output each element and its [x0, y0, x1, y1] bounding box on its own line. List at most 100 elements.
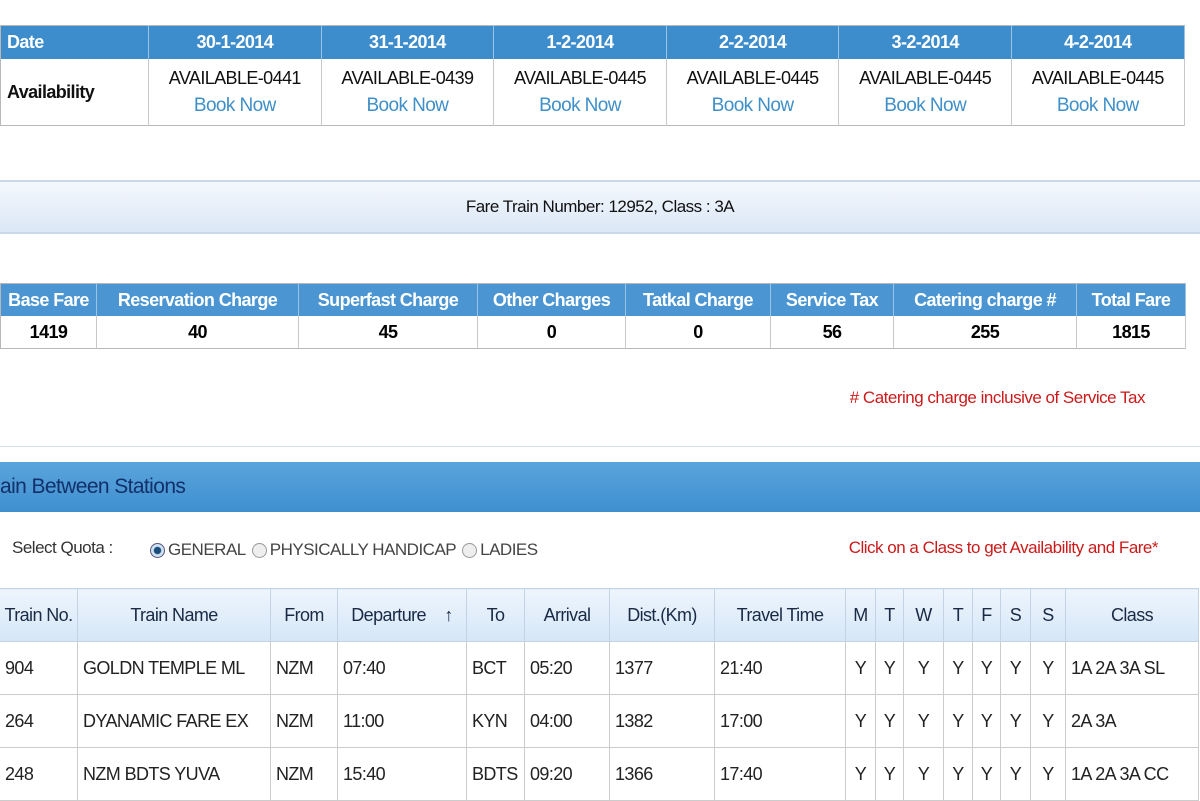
train-number-link[interactable]: 248: [0, 747, 78, 801]
availability-status: AVAILABLE-0445: [513, 67, 647, 88]
column-header-train-name[interactable]: Train Name: [77, 588, 271, 642]
table-cell: 1382: [609, 694, 715, 748]
header-label: M: [853, 604, 868, 625]
availability-cell: AVAILABLE-0445 Book Now: [666, 59, 840, 126]
class-links[interactable]: 2A 3A: [1065, 694, 1199, 748]
table-cell: 05:20: [524, 641, 610, 695]
book-now-link[interactable]: Book Now: [322, 95, 494, 117]
table-cell: 11:00: [337, 694, 467, 748]
table-cell: Y: [845, 641, 876, 695]
book-now-link[interactable]: Book Now: [839, 95, 1011, 117]
table-cell: Y: [1000, 641, 1031, 695]
radio-icon[interactable]: [462, 543, 478, 559]
fare-header: Total Fare: [1076, 283, 1186, 316]
table-row: 904 GOLDN TEMPLE ML NZM 07:40 BCT 05:20 1377 21…: [0, 641, 1199, 695]
quota-ladies-radio[interactable]: LADIES: [462, 540, 538, 560]
fare-header: Superfast Charge: [298, 283, 478, 316]
column-header-departure[interactable]: Departure ↑: [337, 588, 467, 642]
header-label: Departure: [351, 604, 426, 625]
table-cell: Y: [972, 641, 1001, 695]
table-cell: 21:40: [714, 641, 846, 695]
table-cell: Y: [845, 747, 876, 801]
table-cell: Y: [943, 641, 973, 695]
date-header: 4-2-2014: [1011, 25, 1185, 59]
train-number-link[interactable]: 264: [0, 694, 78, 748]
availability-status: AVAILABLE-0445: [859, 67, 992, 88]
fare-value: 45: [298, 316, 478, 349]
date-label: Date: [0, 25, 149, 59]
table-cell: Y: [972, 747, 1001, 801]
fare-value: 255: [893, 316, 1077, 349]
column-header-travel-time[interactable]: Travel Time: [714, 588, 846, 642]
table-cell: Y: [1030, 694, 1066, 748]
table-cell: Y: [943, 694, 973, 748]
table-cell: Y: [875, 747, 904, 801]
column-header-s[interactable]: S: [1030, 588, 1066, 642]
column-header-from[interactable]: From: [270, 588, 338, 642]
column-header-m[interactable]: M: [845, 588, 876, 642]
table-cell: 1366: [609, 747, 715, 801]
sort-arrow-up-icon[interactable]: ↑: [440, 605, 453, 625]
column-header-t[interactable]: T: [943, 588, 973, 642]
fare-value: 0: [477, 316, 626, 349]
table-cell: Y: [1000, 747, 1031, 801]
availability-status: AVAILABLE-0439: [341, 67, 474, 88]
header-label: S: [1042, 604, 1054, 625]
table-cell: BDTS: [466, 747, 525, 801]
table-cell: Y: [1030, 747, 1066, 801]
column-header-class[interactable]: Class: [1065, 588, 1199, 642]
fare-header: Service Tax: [770, 283, 894, 316]
table-cell: Y: [1030, 641, 1066, 695]
table-cell: Y: [875, 694, 904, 748]
column-header-dist-km-[interactable]: Dist.(Km): [609, 588, 715, 642]
column-header-to[interactable]: To: [466, 588, 525, 642]
availability-table: Date 30-1-2014 31-1-2014 1-2-2014 2-2-2014 3-…: [0, 25, 1185, 126]
column-header-t[interactable]: T: [875, 588, 904, 642]
quota-general-radio[interactable]: GENERAL: [150, 540, 246, 560]
column-header-s[interactable]: S: [1000, 588, 1031, 642]
table-cell: Y: [943, 747, 973, 801]
table-cell: Y: [875, 641, 904, 695]
header-label: Class: [1110, 604, 1154, 625]
class-links[interactable]: 1A 2A 3A SL: [1065, 641, 1199, 695]
radio-label: PHYSICALLY HANDICAP: [269, 540, 457, 559]
book-now-link[interactable]: Book Now: [667, 95, 839, 117]
table-cell: Y: [845, 694, 876, 748]
section-title: ain Between Stations: [0, 462, 1200, 512]
header-label: Train No.: [4, 604, 74, 625]
fare-value: 1815: [1076, 316, 1186, 349]
table-cell: Y: [903, 747, 944, 801]
fare-header: Tatkal Charge: [625, 283, 771, 316]
quota-label: Select Quota :: [12, 538, 113, 557]
header-label: Dist.(Km): [627, 604, 697, 625]
fare-header: Base Fare: [0, 283, 97, 316]
column-header-w[interactable]: W: [903, 588, 944, 642]
column-header-f[interactable]: F: [972, 588, 1001, 642]
table-cell: 17:00: [714, 694, 846, 748]
date-header: 30-1-2014: [148, 25, 322, 59]
book-now-link[interactable]: Book Now: [1012, 95, 1184, 117]
table-cell: Y: [903, 694, 944, 748]
header-label: T: [952, 604, 964, 625]
availability-cell: AVAILABLE-0441 Book Now: [148, 59, 322, 126]
column-header-arrival[interactable]: Arrival: [524, 588, 610, 642]
trains-table: Train No. Train Name From Departure ↑ To Arri…: [0, 588, 1199, 801]
availability-status: AVAILABLE-0441: [168, 67, 302, 88]
availability-cell: AVAILABLE-0439 Book Now: [321, 59, 495, 126]
book-now-link[interactable]: Book Now: [494, 95, 666, 117]
table-cell: DYANAMIC FARE EX: [77, 694, 271, 748]
radio-icon[interactable]: [251, 543, 267, 559]
quota-handicap-radio[interactable]: PHYSICALLY HANDICAP: [251, 540, 457, 560]
class-links[interactable]: 1A 2A 3A CC: [1065, 747, 1199, 801]
radio-selected-icon[interactable]: [150, 543, 165, 559]
radio-label: LADIES: [480, 540, 538, 559]
fare-value: 40: [96, 316, 299, 349]
header-label: W: [915, 604, 932, 625]
fare-value: 0: [625, 316, 771, 349]
table-cell: 17:40: [714, 747, 846, 801]
table-cell: 15:40: [337, 747, 467, 801]
availability-status: AVAILABLE-0445: [1031, 67, 1165, 88]
column-header-train-no-[interactable]: Train No.: [0, 588, 78, 642]
train-number-link[interactable]: 904: [0, 641, 78, 695]
book-now-link[interactable]: Book Now: [149, 95, 321, 117]
